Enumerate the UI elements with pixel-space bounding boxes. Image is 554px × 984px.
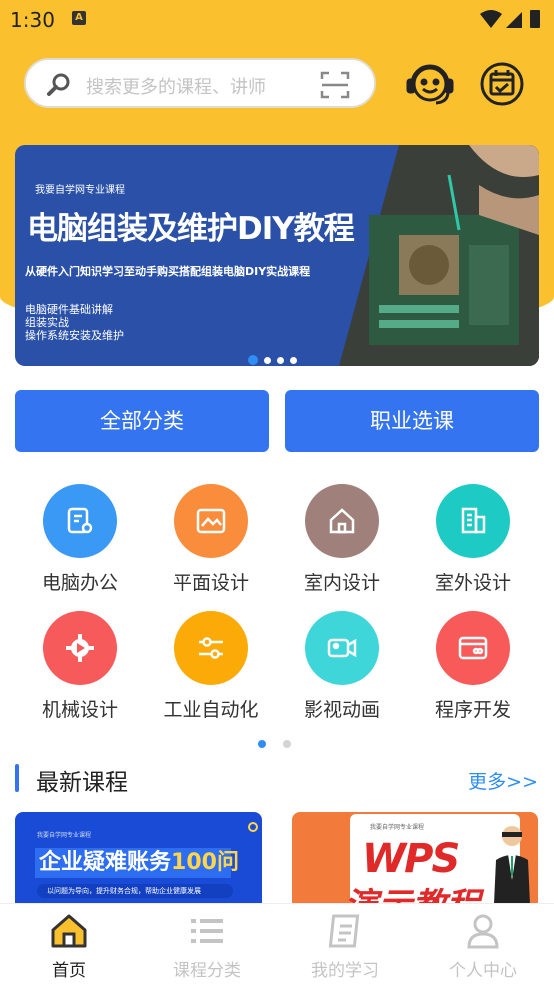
banner-dot[interactable] [290,357,297,364]
category-computer-office[interactable]: 电脑办公 [20,484,140,595]
scan-icon[interactable] [320,70,350,104]
category-film-animation[interactable]: 影视动画 [282,611,402,722]
status-bar: 1:30 A [0,0,554,40]
category-circle [436,484,510,558]
course-banner[interactable]: 我要自学网专业课程 电脑组装及维护DIY教程 从硬件入门知识学习至动手购买搭配组… [15,145,539,366]
all-categories-button[interactable]: 全部分类 [15,390,269,452]
tab-profile[interactable]: 个人中心 [414,904,552,984]
banner-subtitle: 我要自学网专业课程 [35,185,125,196]
tab-label: 课程分类 [173,961,241,981]
banner-description: 从硬件入门知识学习至动手购买搭配组装电脑DIY实战课程 [25,265,311,278]
category-mechanical-design[interactable]: 机械设计 [20,611,140,722]
search-icon [46,72,72,102]
banner-motherboard-image [339,145,539,366]
signal-icons [478,8,544,34]
card-title: WPS [362,836,460,882]
category-label: 电脑办公 [41,572,118,594]
category-label: 室外设计 [434,572,511,594]
card-title-number: 100问 [171,850,239,875]
category-circle [43,484,117,558]
card-subtitle: 我要自学网专业课程 [37,832,92,839]
latest-courses-title: 最新课程 [36,770,128,796]
home-icon [51,914,87,948]
banner-dot-active[interactable] [248,355,258,365]
category-label: 工业自动化 [163,699,259,721]
card-title-line2: 演示教程 [344,878,480,904]
category-page-dot-active[interactable] [258,740,266,748]
document-icon [67,507,93,534]
category-circle [305,611,379,685]
house-icon [329,508,355,534]
tab-label: 我的学习 [311,961,379,981]
card-title: 企业疑难账务100问 [35,848,239,878]
category-label: 程序开发 [434,699,511,721]
decoration-ring [248,822,258,832]
gear-icon [66,634,94,662]
category-circle [305,484,379,558]
person-icon [467,914,499,949]
category-pagination [258,733,308,752]
search-placeholder: 搜索更多的课程、讲师 [86,77,266,98]
category-exterior-design[interactable]: 室外设计 [413,484,533,595]
search-input[interactable]: 搜索更多的课程、讲师 [24,58,376,108]
category-label: 室内设计 [303,572,380,594]
banner-bullet: 组装实战 [25,316,69,329]
banner-bullet: 操作系统安装及维护 [25,329,124,342]
section-accent-bar [15,764,19,792]
customer-service-icon[interactable] [404,58,456,114]
tab-course-categories[interactable]: 课程分类 [138,904,276,984]
bottom-tab-bar: 首页 课程分类 我的学习 个人中心 [0,903,554,984]
category-circle [436,611,510,685]
card-icon [458,636,488,660]
banner-bullet: 电脑硬件基础讲解 [25,303,113,316]
video-camera-icon [327,638,357,658]
tab-label: 个人中心 [449,961,517,981]
presenter-illustration [494,826,530,904]
notebook-icon [328,914,360,948]
category-programming[interactable]: 程序开发 [413,611,533,722]
tab-home[interactable]: 首页 [0,904,138,984]
image-icon [196,508,226,534]
card-tagline: 以问题为导向，提升财务合规，帮助企业健康发展 [37,884,233,898]
category-page-dot[interactable] [283,740,291,748]
banner-pagination [248,349,303,366]
banner-dot[interactable] [264,357,271,364]
banner-dot[interactable] [277,357,284,364]
category-graphic-design[interactable]: 平面设计 [151,484,271,595]
category-label: 影视动画 [303,699,380,721]
course-card-accounting[interactable]: 我要自学网专业课程 企业疑难账务100问 以问题为导向，提升财务合规，帮助企业健… [15,812,262,904]
calendar-check-icon[interactable] [478,58,526,114]
category-label: 平面设计 [172,572,249,594]
category-industrial-automation[interactable]: 工业自动化 [151,611,271,722]
more-link[interactable]: 更多>> [468,767,538,794]
list-icon [191,919,223,943]
building-icon [461,507,486,534]
career-courses-button[interactable]: 职业选课 [285,390,539,452]
category-interior-design[interactable]: 室内设计 [282,484,402,595]
status-time: 1:30 [10,8,55,32]
category-label: 机械设计 [41,699,118,721]
card-title-text: 企业疑难账务 [39,850,172,875]
tab-my-learning[interactable]: 我的学习 [276,904,414,984]
course-card-wps[interactable]: 我要自学网专业课程 WPS 演示教程 [292,812,538,904]
category-circle [43,611,117,685]
sliders-icon [199,637,223,659]
card-subtitle: 我要自学网专业课程 [370,824,425,831]
notification-icon: A [72,11,86,25]
category-circle [174,484,248,558]
tab-label: 首页 [52,961,86,981]
category-circle [174,611,248,685]
banner-title: 电脑组装及维护DIY教程 [27,211,355,247]
banner-bullets: 电脑硬件基础讲解 组装实战 操作系统安装及维护 [25,303,124,342]
